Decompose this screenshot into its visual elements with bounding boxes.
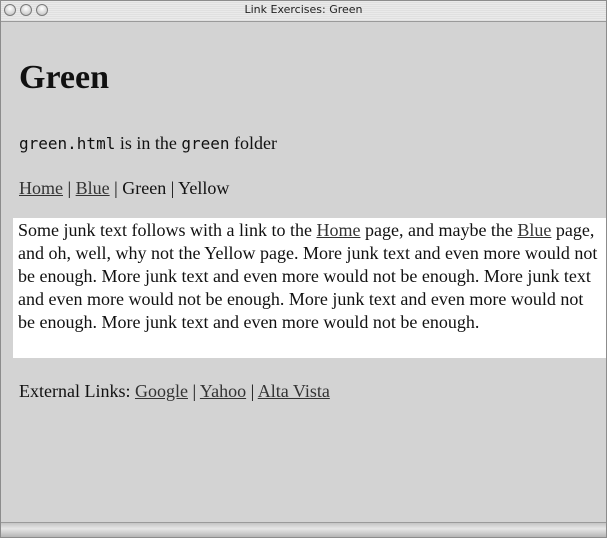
nav-separator: |: [63, 178, 76, 198]
page-heading: Green: [19, 59, 110, 96]
title-bar[interactable]: Link Exercises: Green: [1, 1, 606, 22]
window-title: Link Exercises: Green: [244, 3, 363, 16]
altavista-link[interactable]: Alta Vista: [258, 381, 330, 401]
file-note-mid-text: is in the: [115, 133, 182, 153]
junk-home-link[interactable]: Home: [316, 220, 360, 240]
nav-green-current: Green: [122, 178, 167, 198]
junk-blue-link[interactable]: Blue: [517, 220, 551, 240]
folder-code: green: [181, 134, 230, 153]
window-bottom-bar: [1, 522, 606, 537]
nav-separator: |: [166, 178, 179, 198]
external-links-label: External Links:: [19, 381, 135, 401]
junk-paragraph: Some junk text follows with a link to th…: [18, 219, 603, 334]
browser-window: Link Exercises: Green Green green.html i…: [0, 0, 607, 538]
nav-yellow-text: Yellow: [178, 178, 230, 198]
file-location-note: green.html is in the green folder: [19, 132, 277, 155]
external-links: External Links: Google | Yahoo | Alta Vi…: [19, 380, 330, 402]
page-content: Green green.html is in the green folder …: [1, 22, 606, 517]
yahoo-link[interactable]: Yahoo: [200, 381, 246, 401]
junk-text-part: page, and maybe the: [360, 220, 518, 240]
nav-blue-link[interactable]: Blue: [76, 178, 110, 198]
google-link[interactable]: Google: [135, 381, 188, 401]
nav-home-link[interactable]: Home: [19, 178, 63, 198]
external-separator: |: [246, 381, 258, 401]
nav-links: Home | Blue | Green | Yellow: [19, 177, 229, 199]
nav-separator: |: [109, 178, 123, 198]
junk-text-block: Some junk text follows with a link to th…: [13, 218, 606, 358]
filename-code: green.html: [19, 134, 116, 153]
external-separator: |: [187, 381, 200, 401]
file-note-end-text: folder: [229, 133, 277, 153]
junk-text-part: Some junk text follows with a link to th…: [18, 220, 317, 240]
